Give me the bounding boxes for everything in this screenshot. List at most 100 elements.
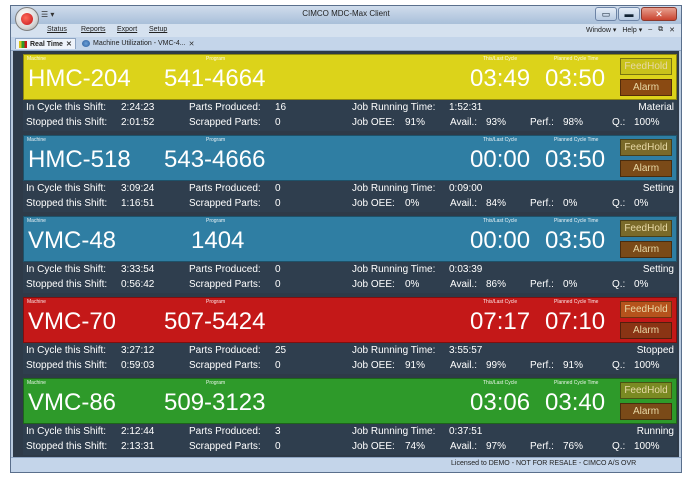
cycle-caption: This/Last Cycle bbox=[483, 380, 518, 386]
alarm-indicator[interactable]: Alarm bbox=[620, 160, 672, 177]
quality-label: Q.: bbox=[612, 279, 626, 290]
perf-value: 98% bbox=[563, 117, 584, 128]
menu-window[interactable]: Window ▾ bbox=[586, 26, 616, 34]
cycle-time: 00:00 bbox=[470, 146, 531, 173]
license-text: Licensed to DEMO - NOT FOR RESALE - CIMC… bbox=[451, 460, 620, 467]
feedhold-indicator[interactable]: FeedHold bbox=[620, 220, 672, 237]
title-bar: ☰ ▾ CIMCO MDC-Max Client ▭ ▬ ✕ bbox=[11, 6, 681, 31]
machine-panel[interactable]: Machine Program This/Last Cycle Planned … bbox=[23, 135, 677, 212]
cycle-caption: This/Last Cycle bbox=[483, 56, 518, 62]
tab-close-icon[interactable]: ✕ bbox=[66, 40, 72, 48]
in-cycle-value: 3:27:12 bbox=[121, 345, 155, 356]
app-logo-icon bbox=[21, 13, 33, 25]
window-controls: ▭ ▬ ✕ bbox=[595, 7, 677, 21]
menu-reports[interactable]: Reports bbox=[81, 26, 106, 33]
avail-label: Avail.: bbox=[450, 441, 478, 452]
tab-real-time-label: Real Time bbox=[30, 40, 63, 48]
machine-caption: Machine bbox=[27, 380, 46, 386]
machine-status-text: Material bbox=[638, 102, 674, 113]
machine-stats: In Cycle this Shift: 2:24:23 Parts Produ… bbox=[23, 100, 677, 131]
avail-value: 84% bbox=[486, 198, 507, 209]
app-menu-button[interactable] bbox=[15, 7, 39, 31]
alarm-indicator[interactable]: Alarm bbox=[620, 403, 672, 420]
job-oee-label: Job OEE: bbox=[352, 360, 395, 371]
machine-header: Machine Program This/Last Cycle Planned … bbox=[23, 297, 677, 343]
menu-status[interactable]: Status bbox=[47, 26, 67, 33]
quality-value: 0% bbox=[634, 198, 649, 209]
restore-button[interactable]: ▬ bbox=[618, 7, 640, 21]
menu-setup[interactable]: Setup bbox=[149, 26, 167, 33]
alarm-indicator[interactable]: Alarm bbox=[620, 79, 672, 96]
job-running-value: 1:52:31 bbox=[449, 102, 483, 113]
planned-cycle-time: 03:50 bbox=[545, 146, 606, 173]
feedhold-indicator[interactable]: FeedHold bbox=[620, 382, 672, 399]
scrapped-value: 0 bbox=[275, 117, 281, 128]
minimize-button[interactable]: ▭ bbox=[595, 7, 617, 21]
parts-produced-label: Parts Produced: bbox=[189, 264, 261, 275]
machine-panel[interactable]: Machine Program This/Last Cycle Planned … bbox=[23, 297, 677, 374]
parts-produced-value: 3 bbox=[275, 426, 281, 437]
alarm-indicator[interactable]: Alarm bbox=[620, 241, 672, 258]
scrapped-label: Scrapped Parts: bbox=[189, 441, 261, 452]
job-oee-value: 0% bbox=[405, 279, 420, 290]
scrapped-value: 0 bbox=[275, 441, 281, 452]
menu-right-group: Window ▾ Help ▾ – ⧉ ✕ bbox=[586, 26, 675, 34]
cycle-time: 03:49 bbox=[470, 65, 531, 92]
cycle-caption: This/Last Cycle bbox=[483, 218, 518, 224]
cycle-caption: This/Last Cycle bbox=[483, 137, 518, 143]
stopped-label: Stopped this Shift: bbox=[26, 279, 108, 290]
menu-export[interactable]: Export bbox=[117, 26, 137, 33]
mdi-restore-button[interactable]: ⧉ bbox=[658, 26, 663, 34]
perf-label: Perf.: bbox=[530, 279, 554, 290]
machine-panel[interactable]: Machine Program This/Last Cycle Planned … bbox=[23, 378, 677, 455]
machine-caption: Machine bbox=[27, 137, 46, 143]
job-running-label: Job Running Time: bbox=[352, 183, 436, 194]
feedhold-indicator[interactable]: FeedHold bbox=[620, 301, 672, 318]
alarm-indicator[interactable]: Alarm bbox=[620, 322, 672, 339]
job-running-value: 0:09:00 bbox=[449, 183, 483, 194]
program-caption: Program bbox=[206, 299, 226, 305]
menu-help[interactable]: Help ▾ bbox=[622, 26, 642, 34]
machine-panel[interactable]: Machine Program This/Last Cycle Planned … bbox=[23, 216, 677, 293]
machine-header: Machine Program This/Last Cycle Planned … bbox=[23, 54, 677, 100]
scrapped-value: 0 bbox=[275, 198, 281, 209]
machine-panel[interactable]: Machine Program This/Last Cycle Planned … bbox=[23, 54, 677, 131]
machine-caption: Machine bbox=[27, 218, 46, 224]
program-caption: Program bbox=[206, 56, 226, 62]
perf-label: Perf.: bbox=[530, 198, 554, 209]
mdi-minimize-button[interactable]: – bbox=[648, 26, 652, 34]
machine-status-text: Running bbox=[636, 426, 674, 437]
job-oee-value: 74% bbox=[405, 441, 426, 452]
machine-header: Machine Program This/Last Cycle Planned … bbox=[23, 216, 677, 262]
in-cycle-label: In Cycle this Shift: bbox=[26, 102, 107, 113]
feedhold-indicator[interactable]: FeedHold bbox=[620, 58, 672, 75]
close-button[interactable]: ✕ bbox=[641, 7, 677, 21]
job-oee-label: Job OEE: bbox=[352, 279, 395, 290]
mdi-close-button[interactable]: ✕ bbox=[669, 26, 675, 34]
menu-bar: Status Reports Export Setup Window ▾ Hel… bbox=[11, 24, 681, 37]
planned-cycle-time: 03:40 bbox=[545, 389, 606, 416]
stopped-value: 2:13:31 bbox=[121, 441, 155, 452]
job-oee-value: 91% bbox=[405, 117, 426, 128]
avail-label: Avail.: bbox=[450, 117, 478, 128]
in-cycle-label: In Cycle this Shift: bbox=[26, 183, 107, 194]
parts-produced-value: 0 bbox=[275, 183, 281, 194]
scrapped-label: Scrapped Parts: bbox=[189, 117, 261, 128]
app-window: ☰ ▾ CIMCO MDC-Max Client ▭ ▬ ✕ Status Re… bbox=[10, 5, 682, 473]
machine-name: HMC-204 bbox=[28, 65, 131, 92]
program-number: 543-4666 bbox=[164, 146, 266, 173]
tab-real-time[interactable]: Real Time ✕ bbox=[15, 38, 76, 49]
job-running-value: 3:55:57 bbox=[449, 345, 483, 356]
cycle-time: 00:00 bbox=[470, 227, 531, 254]
tab-machine-utilization[interactable]: Machine Utilization - VMC-4... ✕ bbox=[79, 38, 197, 49]
job-running-value: 0:03:39 bbox=[449, 264, 483, 275]
perf-label: Perf.: bbox=[530, 441, 554, 452]
in-cycle-value: 3:09:24 bbox=[121, 183, 155, 194]
machine-panels: Machine Program This/Last Cycle Planned … bbox=[13, 51, 679, 458]
in-cycle-label: In Cycle this Shift: bbox=[26, 345, 107, 356]
tab-close-icon[interactable]: ✕ bbox=[189, 40, 195, 48]
scrapped-label: Scrapped Parts: bbox=[189, 279, 261, 290]
feedhold-indicator[interactable]: FeedHold bbox=[620, 139, 672, 156]
in-cycle-value: 2:24:23 bbox=[121, 102, 155, 113]
stopped-label: Stopped this Shift: bbox=[26, 441, 108, 452]
